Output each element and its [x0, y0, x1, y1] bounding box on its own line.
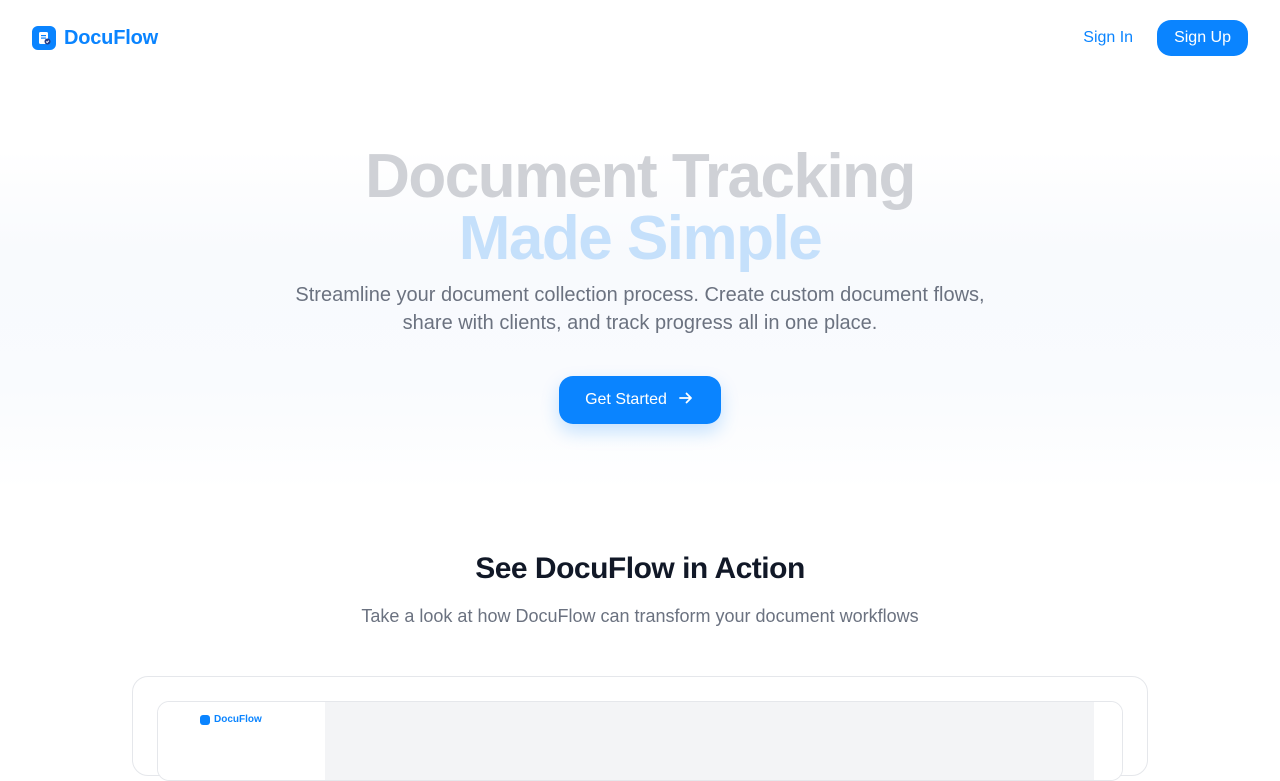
arrow-right-icon	[677, 389, 695, 412]
hero-subtitle-line2: share with clients, and track progress a…	[402, 312, 878, 334]
demo-section-title: See DocuFlow in Action	[475, 552, 805, 585]
demo-preview-sidebar: DocuFlow	[158, 702, 325, 780]
brand-logo[interactable]: DocuFlow	[32, 26, 158, 50]
nav-actions: Sign In Sign Up	[1083, 20, 1248, 56]
sign-in-link[interactable]: Sign In	[1083, 29, 1133, 47]
get-started-button[interactable]: Get Started	[559, 376, 721, 424]
demo-section-subtitle: Take a look at how DocuFlow can transfor…	[361, 606, 919, 626]
hero-title-line2: Made Simple	[458, 204, 823, 273]
hero-subtitle-line1: Streamline your document collection proc…	[295, 284, 985, 306]
demo-preview-card: DocuFlow	[132, 676, 1148, 781]
document-check-icon	[32, 26, 56, 50]
demo-preview-edge	[1094, 702, 1122, 780]
brand-name: DocuFlow	[64, 26, 158, 49]
hero-subtitle: Streamline your document collection proc…	[0, 281, 1280, 337]
demo-preview-window: DocuFlow	[157, 701, 1123, 781]
sign-up-button[interactable]: Sign Up	[1157, 20, 1248, 56]
top-navigation: DocuFlow Sign In Sign Up	[0, 0, 1280, 76]
hero-title: Document Tracking Made Simple	[0, 146, 1280, 270]
get-started-label: Get Started	[585, 391, 667, 408]
demo-preview-main	[325, 702, 1094, 780]
hero-title-line1: Document Tracking	[365, 142, 916, 211]
